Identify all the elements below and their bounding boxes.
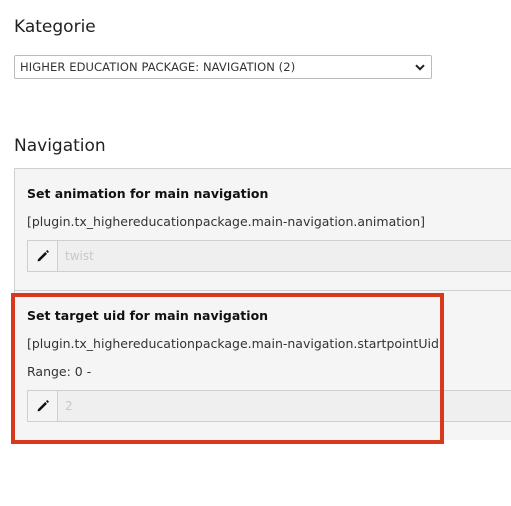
category-heading: Kategorie (14, 17, 96, 37)
category-select[interactable]: HIGHER EDUCATION PACKAGE: NAVIGATION (2) (14, 55, 432, 79)
field-path: [plugin.tx_highereducationpackage.main-n… (27, 336, 444, 351)
field-label: Set animation for main navigation (27, 186, 269, 201)
category-select-value: HIGHER EDUCATION PACKAGE: NAVIGATION (2) (20, 60, 296, 74)
edit-button[interactable] (28, 391, 58, 421)
pencil-icon (37, 250, 49, 262)
setting-panel-animation: Set animation for main navigation [plugi… (14, 168, 511, 290)
edit-button[interactable] (28, 241, 58, 271)
animation-input[interactable]: twist (58, 241, 511, 271)
chevron-down-icon (415, 63, 425, 71)
pencil-icon (37, 400, 49, 412)
setting-panel-target-uid: Set target uid for main navigation [plug… (14, 290, 511, 440)
field-path: [plugin.tx_highereducationpackage.main-n… (27, 214, 426, 229)
field-range: Range: 0 - (27, 364, 92, 379)
target-uid-input-row: 2 (27, 390, 511, 422)
animation-input-row: twist (27, 240, 511, 272)
target-uid-input[interactable]: 2 (58, 391, 511, 421)
navigation-heading: Navigation (14, 136, 106, 156)
field-label: Set target uid for main navigation (27, 308, 269, 323)
